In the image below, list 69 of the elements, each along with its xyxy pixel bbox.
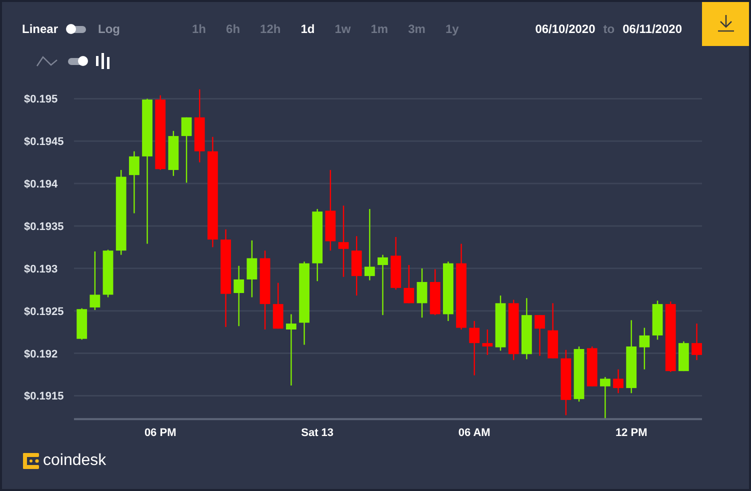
date-separator: to — [603, 21, 615, 38]
falling-candle — [548, 303, 558, 358]
y-axis-label: $0.1935 — [24, 220, 64, 233]
rising-candle — [639, 328, 650, 370]
falling-candle — [613, 369, 624, 394]
rising-candle — [600, 377, 610, 419]
interval-tab[interactable]: 6h — [226, 20, 240, 38]
x-axis-label: Sat 13 — [301, 427, 334, 439]
rising-candle — [102, 250, 114, 298]
rising-candle — [168, 130, 179, 176]
falling-candle — [351, 236, 362, 296]
y-axis-label: $0.1945 — [24, 136, 64, 148]
rising-candle — [90, 251, 100, 310]
x-axis-label: 06 AM — [458, 427, 490, 439]
rising-candle — [652, 300, 663, 340]
falling-candle — [586, 346, 598, 386]
falling-candle — [534, 315, 545, 356]
rising-candle — [495, 296, 506, 351]
rising-candle — [378, 254, 388, 316]
candlestick-icon[interactable] — [96, 53, 110, 69]
chart-style-toggle[interactable] — [68, 58, 86, 64]
falling-candle — [272, 282, 284, 329]
y-axis-label: $0.195 — [24, 94, 58, 106]
falling-candle — [692, 324, 702, 360]
x-axis-label: 12 PM — [615, 427, 648, 439]
rising-candle — [364, 209, 375, 280]
interval-tab[interactable]: 1m — [370, 20, 388, 38]
y-axis-label: $0.1925 — [24, 306, 64, 318]
logo-text: coindesk — [43, 451, 106, 471]
falling-candle — [508, 300, 519, 360]
interval-tab[interactable]: 1y — [445, 20, 459, 38]
rising-candle — [442, 262, 454, 322]
interval-tab[interactable]: 1w — [334, 20, 351, 38]
falling-candle — [404, 265, 414, 304]
interval-tab[interactable]: 1d — [300, 20, 315, 38]
falling-candle — [430, 269, 440, 316]
y-axis-label: $0.193 — [24, 263, 58, 276]
line-chart-icon[interactable] — [36, 55, 58, 67]
rising-candle — [574, 346, 584, 402]
logo-icon — [23, 453, 39, 469]
rising-candle — [76, 308, 88, 340]
start-date[interactable]: 06/10/2020 — [535, 20, 596, 38]
rising-candle — [286, 314, 296, 386]
x-axis-label: 06 PM — [144, 427, 176, 439]
linear-label: Linear — [22, 21, 58, 38]
falling-candle — [390, 237, 402, 290]
falling-candle — [665, 302, 676, 372]
interval-tab[interactable]: 1h — [192, 20, 206, 38]
falling-candle — [560, 350, 572, 416]
rising-candle — [246, 240, 258, 298]
log-label: Log — [98, 21, 120, 38]
scale-toggle[interactable] — [68, 26, 86, 32]
interval-tab[interactable]: 3m — [408, 20, 426, 38]
rising-candle — [128, 151, 140, 214]
interval-tab[interactable]: 12h — [260, 20, 281, 38]
y-axis-label: $0.194 — [24, 178, 58, 191]
rising-candle — [521, 298, 532, 360]
falling-candle — [469, 321, 480, 376]
y-axis-label: $0.1915 — [24, 390, 64, 403]
falling-candle — [482, 330, 493, 355]
download-button[interactable] — [702, 2, 749, 46]
rising-candle — [678, 341, 689, 372]
rising-candle — [416, 268, 428, 318]
end-date[interactable]: 06/11/2020 — [622, 20, 682, 38]
rising-candle — [234, 266, 244, 326]
y-axis-label: $0.192 — [24, 348, 58, 360]
download-icon — [716, 14, 734, 32]
falling-candle — [338, 206, 349, 277]
rising-candle — [181, 117, 192, 183]
